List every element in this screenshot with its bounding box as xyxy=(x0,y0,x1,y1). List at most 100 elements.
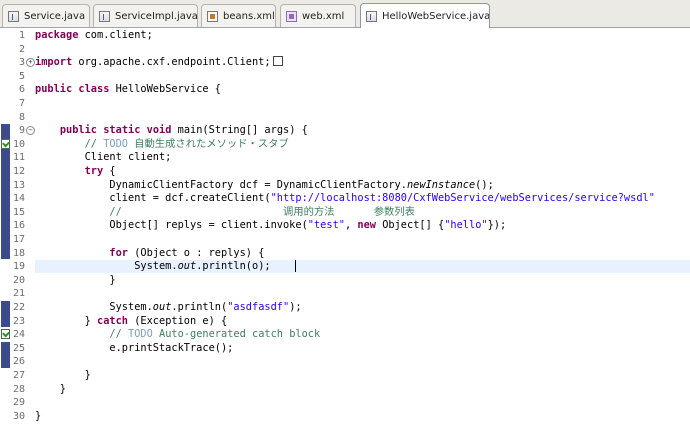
line-number: 20 xyxy=(12,274,25,286)
code-line[interactable]: public class HelloWebService { xyxy=(35,83,221,96)
gutter-line: 8 xyxy=(0,111,33,124)
code-line[interactable]: DynamicClientFactory dcf = DynamicClient… xyxy=(35,178,494,192)
code-token: System. xyxy=(35,301,153,313)
collapse-fold-icon[interactable]: − xyxy=(26,126,35,136)
line-number: 24 xyxy=(12,329,25,341)
code-line[interactable]: try { xyxy=(35,165,116,178)
line-number: 10 xyxy=(12,138,25,150)
code-token: .println(o); xyxy=(196,260,271,273)
code-token: DynamicClientFactory dcf = DynamicClient… xyxy=(35,178,407,191)
code-line[interactable]: System.out.println(o); xyxy=(35,260,271,273)
code-line[interactable]: for (Object o : replys) { xyxy=(35,247,264,260)
code-token: for xyxy=(109,246,129,259)
line-number: 5 xyxy=(18,70,25,82)
code-token: } xyxy=(35,382,66,395)
line-number: 18 xyxy=(12,247,25,259)
gutter-line: 21 xyxy=(0,287,33,300)
code-line[interactable]: } xyxy=(35,369,91,382)
line-number: 26 xyxy=(12,356,25,368)
code-line[interactable]: } catch (Exception e) { xyxy=(35,314,228,328)
gutter-line: 24 xyxy=(0,328,33,341)
code-token: "hello" xyxy=(444,219,488,232)
line-number: 6 xyxy=(18,84,25,96)
code-line[interactable]: System.out.println("asdfasdf"); xyxy=(35,301,302,314)
tab-serviceimpl-java[interactable]: ServiceImpl.java xyxy=(93,4,198,27)
line-number: 30 xyxy=(12,410,25,422)
line-number: 7 xyxy=(18,98,25,109)
gutter-line: 3 + xyxy=(0,56,35,69)
gutter-line: 15 xyxy=(0,206,33,219)
code-line[interactable]: Client client; xyxy=(35,151,172,164)
code-line[interactable]: client = dcf.createClient("http://localh… xyxy=(35,192,655,205)
editor-tab-bar: Service.java ServiceImpl.java beans.xml web… xyxy=(0,0,690,28)
code-token: class xyxy=(78,83,110,96)
tab-label: web.xml xyxy=(302,10,345,22)
code-token: // xyxy=(35,328,128,341)
line-number: 17 xyxy=(12,234,25,245)
text-caret xyxy=(295,260,296,273)
code-line[interactable]: // TODO Auto-generated catch block xyxy=(35,328,320,341)
code-token: out xyxy=(177,260,197,273)
tab-web-xml[interactable]: web.xml xyxy=(280,4,356,27)
code-line[interactable]: Object[] replys = client.invoke("test", … xyxy=(35,219,506,232)
gutter-line: 27 xyxy=(0,369,33,382)
gutter-line: 5 xyxy=(0,70,33,83)
code-token: catch xyxy=(97,314,128,327)
code-line[interactable]: // TODO 自動生成されたメソッド・スタブ xyxy=(35,138,289,151)
gutter-line: 23 xyxy=(0,315,33,328)
code-token: , xyxy=(344,219,358,232)
expand-fold-icon[interactable]: + xyxy=(26,58,35,68)
code-token: } xyxy=(35,369,91,381)
gutter-line: 28 xyxy=(0,383,33,396)
code-line[interactable]: e.printStackTrace(); xyxy=(35,342,233,355)
code-line[interactable]: } xyxy=(35,274,115,287)
task-marker-icon[interactable] xyxy=(1,138,10,149)
code-token: (); xyxy=(475,178,494,191)
line-number: 14 xyxy=(12,193,25,205)
code-line[interactable]: public static void main(String[] args) { xyxy=(35,124,308,137)
code-token: "test" xyxy=(307,219,345,232)
tab-service-java[interactable]: Service.java xyxy=(2,4,90,27)
code-line[interactable]: import org.apache.cxf.endpoint.Client; xyxy=(35,56,283,69)
code-token: { xyxy=(103,165,116,177)
line-number: 3 xyxy=(18,57,25,69)
code-token: package xyxy=(35,29,79,41)
line-number: 1 xyxy=(18,30,25,41)
code-token: e.printStackTrace(); xyxy=(35,341,234,354)
code-token: com.client; xyxy=(78,29,153,41)
code-editor[interactable]: 1 package com.client; 2 3 + import org.apache… xyxy=(0,28,690,435)
code-token: out xyxy=(152,301,172,313)
code-line[interactable]: package com.client; xyxy=(35,29,153,42)
line-number: 21 xyxy=(12,288,25,300)
code-line[interactable]: // 调用的方法 参数列表 xyxy=(35,206,415,219)
xml-file-icon xyxy=(207,10,218,22)
code-line[interactable]: } xyxy=(35,383,66,396)
java-file-icon xyxy=(99,10,110,22)
java-file-icon xyxy=(8,10,19,22)
tab-beans-xml[interactable]: beans.xml xyxy=(201,4,276,27)
tab-label: Service.java xyxy=(24,10,86,22)
task-marker-icon[interactable] xyxy=(1,329,10,340)
code-line[interactable]: } xyxy=(35,410,41,423)
tab-label: beans.xml xyxy=(223,10,275,22)
line-number: 9 xyxy=(18,125,25,137)
gutter-line: 22 xyxy=(0,301,33,314)
code-token: newInstance xyxy=(406,178,476,191)
code-token: main(String[] args) { xyxy=(171,124,308,137)
gutter-line: 6 xyxy=(0,83,33,96)
code-token: } xyxy=(35,314,97,327)
line-number: 22 xyxy=(12,302,25,313)
folded-region-icon[interactable] xyxy=(272,56,283,67)
line-number: 11 xyxy=(12,152,25,164)
code-token: .println( xyxy=(171,301,228,313)
line-number: 28 xyxy=(12,383,25,395)
code-token: org.apache.cxf.endpoint.Client; xyxy=(72,56,271,69)
code-token: ); xyxy=(289,301,302,313)
code-token: "asdfasdf" xyxy=(227,301,290,313)
gutter-line: 1 xyxy=(0,29,33,42)
line-number: 15 xyxy=(12,206,25,218)
gutter-line: 14 xyxy=(0,192,33,205)
tab-hellowebservice-java[interactable]: HelloWebService.java✕ xyxy=(360,3,490,28)
gutter-line: 20 xyxy=(0,274,33,287)
